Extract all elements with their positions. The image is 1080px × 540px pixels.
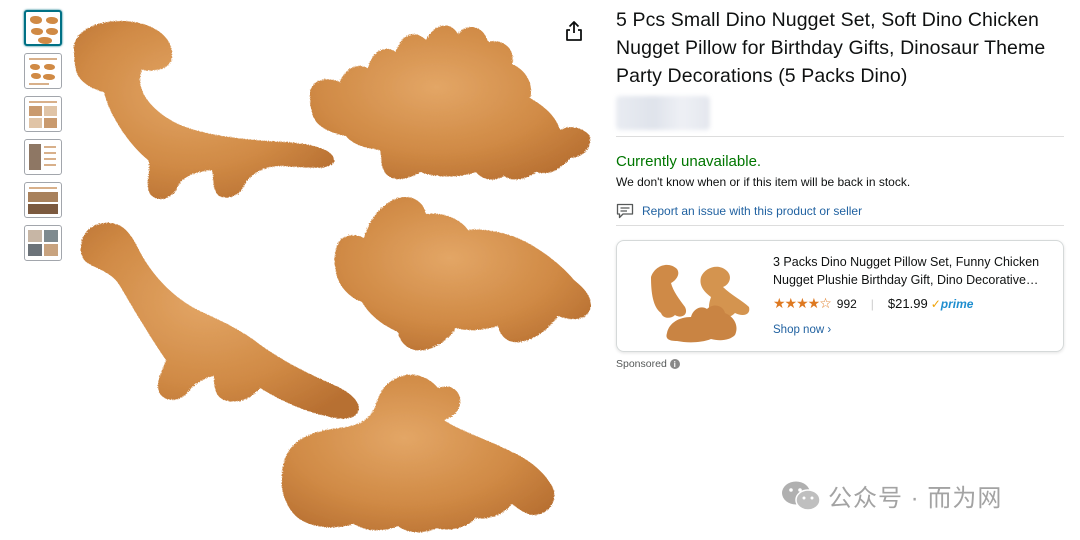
thumbnail-4[interactable] xyxy=(24,139,62,175)
availability-note: We don't know when or if this item will … xyxy=(616,175,911,189)
prime-label: prime xyxy=(940,296,974,311)
thumbnail-6[interactable] xyxy=(24,225,62,261)
dino-nuggets-illustration xyxy=(74,20,591,533)
product-details: 5 Pcs Small Dino Nugget Set, Soft Dino C… xyxy=(616,6,1064,370)
sponsored-product-title[interactable]: 3 Packs Dino Nugget Pillow Set, Funny Ch… xyxy=(773,253,1053,289)
watermark-text: 公众号 · 而为网 xyxy=(828,485,1003,512)
prime-badge: ✓prime xyxy=(931,297,974,311)
share-button[interactable] xyxy=(562,18,586,44)
divider xyxy=(616,136,1064,137)
blurred-store-link[interactable] xyxy=(616,96,710,130)
info-icon[interactable]: i xyxy=(669,359,680,369)
sponsored-product-info: 3 Packs Dino Nugget Pillow Set, Funny Ch… xyxy=(773,253,1053,336)
thumbnail-2[interactable] xyxy=(24,53,62,89)
thumbnail-strip xyxy=(24,10,64,268)
share-icon xyxy=(566,21,582,41)
watermark: 公众号 · 而为网 xyxy=(780,478,1002,513)
stegosaurus-nugget xyxy=(310,25,591,180)
sponsored-product-image[interactable] xyxy=(639,247,757,347)
availability-status: Currently unavailable. xyxy=(616,153,762,170)
brontosaurus-nugget xyxy=(80,222,359,419)
report-issue-link[interactable]: Report an issue with this product or sel… xyxy=(616,203,1064,226)
thumbnail-5[interactable] xyxy=(24,182,62,218)
meta-separator: | xyxy=(870,296,874,311)
report-issue-text: Report an issue with this product or sel… xyxy=(642,204,863,218)
wechat-icon xyxy=(782,481,821,511)
sponsored-product-card[interactable]: 3 Packs Dino Nugget Pillow Set, Funny Ch… xyxy=(616,240,1064,352)
star-rating[interactable]: ★★★★☆ xyxy=(773,295,832,312)
sponsored-text: Sponsored xyxy=(616,358,667,370)
shop-now-link[interactable]: Shop now › xyxy=(773,324,1053,336)
triceratops-nugget xyxy=(334,196,591,351)
sponsored-price: $21.99 xyxy=(887,296,928,311)
rating-count[interactable]: 992 xyxy=(837,297,857,311)
trex-nugget xyxy=(74,20,335,199)
sponsored-label: Sponsored i xyxy=(616,358,1064,370)
chat-bubble-icon xyxy=(616,203,634,219)
prime-check-icon: ✓ xyxy=(930,296,941,311)
main-product-image[interactable] xyxy=(64,0,604,540)
sponsored-dino-illustration xyxy=(651,264,750,343)
sponsored-product-meta: ★★★★☆ 992 | $21.99 ✓prime xyxy=(773,295,1053,312)
thumbnail-3[interactable] xyxy=(24,96,62,132)
thumbnail-1[interactable] xyxy=(24,10,62,46)
product-title: 5 Pcs Small Dino Nugget Set, Soft Dino C… xyxy=(616,9,1046,87)
